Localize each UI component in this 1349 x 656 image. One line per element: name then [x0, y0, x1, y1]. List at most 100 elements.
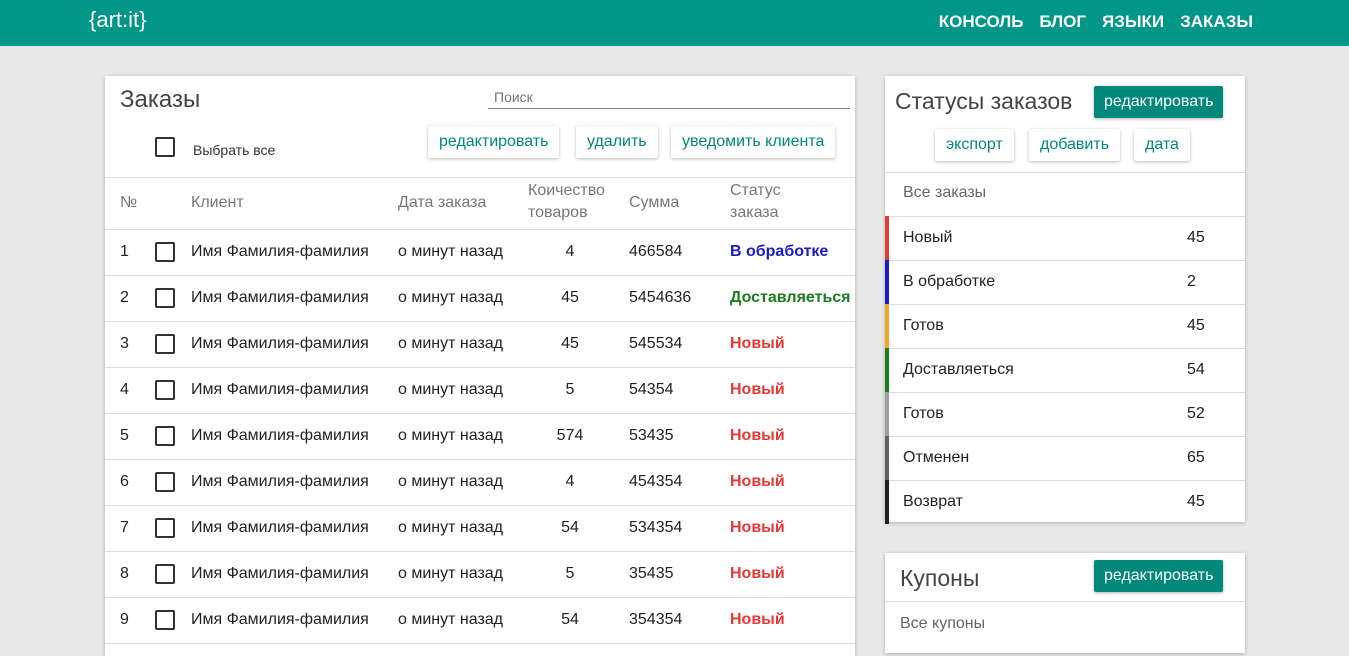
status-color-bar	[885, 392, 889, 436]
order-date: о минут назад	[398, 611, 504, 628]
coupons-card: Купоны редактировать Все купоны	[885, 553, 1245, 653]
row-checkbox[interactable]	[155, 242, 175, 262]
table-row[interactable]: 4 Имя Фамилия-фамилия о минут назад 5 54354 Н…	[105, 367, 855, 414]
order-sum: 545534	[629, 335, 683, 352]
table-row[interactable]: 8 Имя Фамилия-фамилия о минут назад 5 35435 Н…	[105, 551, 855, 598]
site-logo[interactable]: {art:it}	[89, 7, 146, 33]
row-checkbox[interactable]	[155, 288, 175, 308]
nav-link-blog[interactable]: БЛОГ	[1039, 12, 1086, 32]
order-status: В обработке	[730, 243, 829, 260]
table-row[interactable]: 3 Имя Фамилия-фамилия о минут назад 45 54553…	[105, 321, 855, 368]
status-count: 45	[1187, 317, 1205, 334]
all-orders-item[interactable]: Все заказы	[885, 172, 1245, 217]
status-list-item[interactable]: Отменен 65	[885, 436, 1245, 481]
all-coupons-label: Все купоны	[900, 615, 986, 632]
client-name: Имя Фамилия-фамилия	[191, 381, 369, 398]
order-status: Новый	[730, 611, 785, 628]
order-number: 2	[120, 289, 129, 306]
edit-statuses-button[interactable]: редактировать	[1094, 86, 1224, 118]
order-number: 1	[120, 243, 129, 260]
item-count: 4	[565, 243, 575, 260]
status-list-item[interactable]: Готов 52	[885, 392, 1245, 437]
table-row[interactable]: 2 Имя Фамилия-фамилия о минут назад 45 54546…	[105, 275, 855, 322]
order-status: Новый	[730, 427, 785, 444]
status-list-item[interactable]: Доставляеться 54	[885, 348, 1245, 393]
row-checkbox[interactable]	[155, 334, 175, 354]
table-row[interactable]: 5 Имя Фамилия-фамилия о минут назад 574 5343…	[105, 413, 855, 460]
status-label: Готов	[903, 405, 944, 422]
date-button[interactable]: дата	[1134, 129, 1190, 161]
export-button[interactable]: экспорт	[935, 129, 1014, 161]
status-list-item[interactable]: Готов 45	[885, 304, 1245, 349]
order-status: Новый	[730, 519, 785, 536]
nav-link-orders[interactable]: ЗАКАЗЫ	[1180, 12, 1253, 32]
edit-orders-button[interactable]: редактировать	[428, 126, 560, 158]
order-number: 7	[120, 519, 129, 536]
status-list-item[interactable]: Новый 45	[885, 216, 1245, 261]
client-name: Имя Фамилия-фамилия	[191, 611, 369, 628]
column-quantity-line2: товаров	[528, 204, 588, 221]
status-label: Новый	[903, 229, 953, 246]
status-label: В обработке	[903, 273, 996, 290]
row-checkbox[interactable]	[155, 564, 175, 584]
all-coupons-item[interactable]: Все купоны	[885, 601, 1245, 646]
row-checkbox[interactable]	[155, 518, 175, 538]
row-checkbox[interactable]	[155, 472, 175, 492]
column-date: Дата заказа	[398, 194, 487, 211]
client-name: Имя Фамилия-фамилия	[191, 289, 369, 306]
row-checkbox[interactable]	[155, 426, 175, 446]
order-status: Новый	[730, 381, 785, 398]
row-checkbox[interactable]	[155, 610, 175, 630]
nav-link-console[interactable]: КОНСОЛЬ	[939, 12, 1024, 32]
status-list-item[interactable]: Возврат 45	[885, 480, 1245, 525]
add-status-button[interactable]: добавить	[1029, 129, 1121, 161]
client-name: Имя Фамилия-фамилия	[191, 519, 369, 536]
nav-link-languages[interactable]: ЯЗЫКИ	[1102, 12, 1164, 32]
order-status: Новый	[730, 473, 785, 490]
order-date: о минут назад	[398, 427, 504, 444]
status-color-bar	[885, 348, 889, 392]
client-name: Имя Фамилия-фамилия	[191, 473, 369, 490]
status-color-bar	[885, 260, 889, 304]
orders-title: Заказы	[120, 86, 201, 113]
order-sum: 454354	[629, 473, 683, 490]
orders-card: Заказы Выбрать все редактировать удалить…	[105, 76, 855, 656]
status-list-item[interactable]: В обработке 2	[885, 260, 1245, 305]
notify-client-button[interactable]: уведомить клиента	[671, 126, 836, 158]
order-number: 5	[120, 427, 129, 444]
status-count: 65	[1187, 449, 1205, 466]
status-label: Доставляеться	[903, 361, 1014, 378]
client-name: Имя Фамилия-фамилия	[191, 565, 369, 582]
item-count: 45	[561, 335, 579, 352]
order-sum: 53435	[629, 427, 674, 444]
status-count: 54	[1187, 361, 1205, 378]
select-all-label: Выбрать все	[193, 142, 276, 158]
order-date: о минут назад	[398, 289, 504, 306]
order-sum: 466584	[629, 243, 683, 260]
order-date: о минут назад	[398, 519, 504, 536]
order-date: о минут назад	[398, 473, 504, 490]
column-status-line1: Статус	[730, 182, 781, 199]
select-all-checkbox[interactable]	[155, 137, 175, 157]
client-name: Имя Фамилия-фамилия	[191, 335, 369, 352]
coupons-title: Купоны	[900, 565, 980, 591]
search-input[interactable]	[488, 86, 850, 109]
column-number: №	[120, 194, 138, 211]
row-checkbox[interactable]	[155, 380, 175, 400]
status-label: Возврат	[903, 493, 963, 510]
table-row[interactable]: 7 Имя Фамилия-фамилия о минут назад 54 53435…	[105, 505, 855, 552]
client-name: Имя Фамилия-фамилия	[191, 243, 369, 260]
edit-coupons-button[interactable]: редактировать	[1094, 560, 1224, 592]
order-number: 6	[120, 473, 129, 490]
column-status-line2: заказа	[730, 204, 779, 221]
table-row[interactable]: 9 Имя Фамилия-фамилия о минут назад 54 35435…	[105, 597, 855, 644]
orders-table-header: № Клиент Дата заказа Коичество товаров С…	[105, 177, 855, 230]
item-count: 45	[561, 289, 579, 306]
top-navbar: {art:it} КОНСОЛЬ БЛОГ ЯЗЫКИ ЗАКАЗЫ	[0, 0, 1349, 46]
order-number: 3	[120, 335, 129, 352]
table-row[interactable]: 1 Имя Фамилия-фамилия о минут назад 4 466584…	[105, 229, 855, 276]
order-number: 9	[120, 611, 129, 628]
delete-orders-button[interactable]: удалить	[576, 126, 658, 158]
table-row[interactable]: 6 Имя Фамилия-фамилия о минут назад 4 454354…	[105, 459, 855, 506]
order-sum: 35435	[629, 565, 674, 582]
